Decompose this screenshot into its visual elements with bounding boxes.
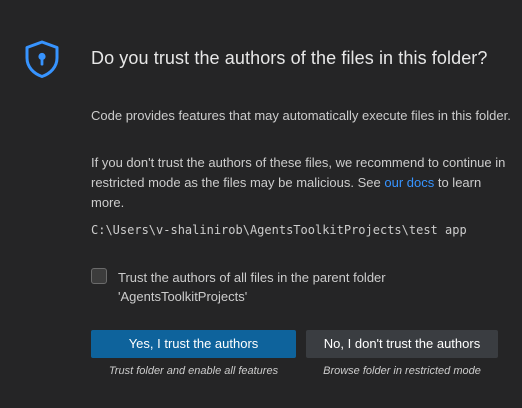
trust-button-caption: Trust folder and enable all features <box>108 365 279 377</box>
description-paragraph: Code provides features that may automati… <box>91 108 511 123</box>
folder-path: C:\Users\v-shalinirob\AgentsToolkitProje… <box>91 223 467 237</box>
docs-link[interactable]: our docs <box>384 175 434 190</box>
trust-authors-button[interactable]: Yes, I trust the authors <box>91 330 296 358</box>
trust-parent-checkbox-label[interactable]: Trust the authors of all files in the pa… <box>118 268 498 306</box>
checkbox-label-line2: 'AgentsToolkitProjects' <box>118 289 248 304</box>
warning-paragraph: If you don't trust the authors of these … <box>91 153 511 213</box>
shield-lock-icon <box>25 40 59 78</box>
checkbox-label-line1: Trust the authors of all files in the pa… <box>118 270 386 285</box>
dont-trust-authors-button[interactable]: No, I don't trust the authors <box>306 330 498 358</box>
dialog-title: Do you trust the authors of the files in… <box>91 48 488 68</box>
workspace-trust-dialog: Do you trust the authors of the files in… <box>0 0 522 408</box>
dont-trust-button-caption: Browse folder in restricted mode <box>323 365 481 377</box>
trust-parent-checkbox[interactable] <box>91 268 107 284</box>
